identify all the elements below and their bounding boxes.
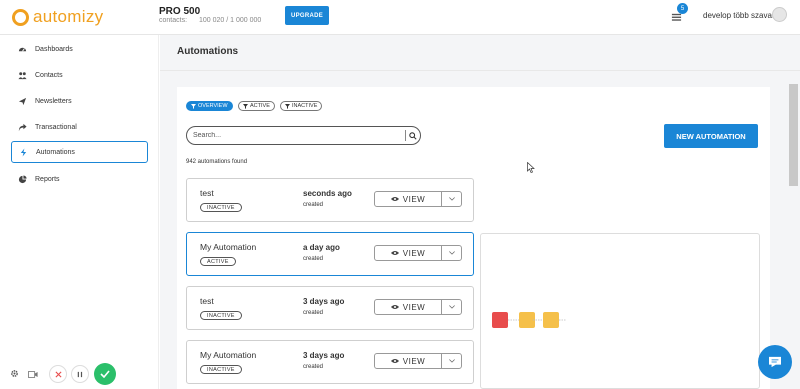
filter-icon xyxy=(191,103,196,109)
chat-icon xyxy=(769,356,781,368)
workflow-trigger-node[interactable] xyxy=(492,312,508,328)
automation-name: My Automation xyxy=(200,242,257,252)
status-badge: INACTIVE xyxy=(200,311,242,320)
sidebar-item-label: Contacts xyxy=(35,71,63,79)
automizy-logo-icon[interactable] xyxy=(12,9,29,26)
pie-chart-icon xyxy=(17,174,28,185)
automation-card[interactable]: test INACTIVE seconds ago created VIEW xyxy=(186,178,474,222)
sidebar-item-label: Dashboards xyxy=(35,45,73,53)
sidebar-item-label: Transactional xyxy=(35,123,77,131)
workflow-connector xyxy=(508,319,566,321)
filter-label: INACTIVE xyxy=(292,103,318,109)
sidebar xyxy=(0,35,159,389)
notification-badge: 5 xyxy=(677,3,688,14)
chat-button[interactable] xyxy=(758,345,792,379)
sidebar-item-label: Newsletters xyxy=(35,97,72,105)
camera-icon[interactable] xyxy=(24,365,42,383)
user-name[interactable]: develop több szavas xyxy=(703,11,776,20)
view-button-group: VIEW xyxy=(374,353,462,369)
sidebar-item-label: Reports xyxy=(35,175,60,183)
view-button[interactable]: VIEW xyxy=(375,303,441,312)
chevron-down-icon[interactable] xyxy=(442,197,461,201)
view-label: VIEW xyxy=(402,248,426,258)
status-badge: INACTIVE xyxy=(200,365,242,374)
view-button[interactable]: VIEW xyxy=(375,195,441,204)
sidebar-item-newsletters[interactable]: Newsletters xyxy=(11,90,148,112)
pause-icon[interactable] xyxy=(71,365,89,383)
filter-inactive[interactable]: INACTIVE xyxy=(280,101,323,111)
contacts-label: contacts: xyxy=(159,17,188,24)
eye-icon xyxy=(390,197,399,201)
sidebar-item-label: Automations xyxy=(36,148,75,156)
view-button[interactable]: VIEW xyxy=(375,249,441,258)
sidebar-item-transactional[interactable]: Transactional xyxy=(11,116,148,138)
confirm-icon[interactable] xyxy=(94,363,116,385)
view-button-group: VIEW xyxy=(374,245,462,261)
search-box xyxy=(186,126,421,145)
view-label: VIEW xyxy=(402,194,426,204)
created-time: 3 days ago xyxy=(303,297,345,306)
status-badge: INACTIVE xyxy=(200,203,242,212)
view-label: VIEW xyxy=(402,356,426,366)
automation-card[interactable]: My Automation INACTIVE 3 days ago create… xyxy=(186,340,474,384)
chevron-down-icon[interactable] xyxy=(442,359,461,363)
created-time: a day ago xyxy=(303,243,340,252)
search-icon[interactable] xyxy=(406,131,420,140)
automation-name: test xyxy=(200,188,214,198)
users-icon xyxy=(17,70,28,81)
view-button-group: VIEW xyxy=(374,299,462,315)
page-header xyxy=(160,35,800,71)
eye-icon xyxy=(390,359,399,363)
dashboard-icon xyxy=(17,44,28,55)
automation-name: test xyxy=(200,296,214,306)
eye-icon xyxy=(390,305,399,309)
view-button[interactable]: VIEW xyxy=(375,357,441,366)
filter-overview[interactable]: OVERVIEW xyxy=(186,101,233,111)
paper-plane-icon xyxy=(17,96,28,107)
sidebar-item-automations[interactable]: Automations xyxy=(11,141,148,163)
created-label: created xyxy=(303,256,324,262)
created-time: seconds ago xyxy=(303,189,352,198)
avatar[interactable] xyxy=(772,7,787,22)
brand-name[interactable]: automizy xyxy=(33,7,103,27)
created-label: created xyxy=(303,202,324,208)
sidebar-item-contacts[interactable]: Contacts xyxy=(11,64,148,86)
created-label: created xyxy=(303,310,324,316)
mouse-cursor-icon xyxy=(527,162,535,173)
contacts-count: 100 020 / 1 000 000 xyxy=(199,17,262,24)
plan-name: PRO 500 xyxy=(159,6,201,17)
automation-name: My Automation xyxy=(200,350,257,360)
filter-active[interactable]: ACTIVE xyxy=(238,101,275,111)
search-input[interactable] xyxy=(193,132,406,139)
view-button-group: VIEW xyxy=(374,191,462,207)
results-count: 942 automations found xyxy=(186,159,248,165)
automation-preview xyxy=(480,233,760,389)
created-time: 3 days ago xyxy=(303,351,345,360)
view-label: VIEW xyxy=(402,302,426,312)
automation-card[interactable]: test INACTIVE 3 days ago created VIEW xyxy=(186,286,474,330)
sidebar-item-dashboards[interactable]: Dashboards xyxy=(11,38,148,60)
automation-card[interactable]: My Automation ACTIVE a day ago created V… xyxy=(186,232,474,276)
status-badge: ACTIVE xyxy=(200,257,236,266)
eye-icon xyxy=(390,251,399,255)
created-label: created xyxy=(303,364,324,370)
new-automation-button[interactable]: NEW AUTOMATION xyxy=(664,124,758,148)
filter-icon xyxy=(243,103,248,109)
sidebar-item-reports[interactable]: Reports xyxy=(11,168,148,190)
filter-icon xyxy=(285,103,290,109)
filter-label: OVERVIEW xyxy=(198,103,228,109)
bolt-icon xyxy=(18,147,29,158)
upgrade-button[interactable]: UPGRADE xyxy=(285,6,329,25)
chevron-down-icon[interactable] xyxy=(442,251,461,255)
filter-label: ACTIVE xyxy=(250,103,270,109)
chevron-down-icon[interactable] xyxy=(442,305,461,309)
settings-icon[interactable] xyxy=(2,364,26,382)
share-arrow-icon xyxy=(17,122,28,133)
page-scrollbar[interactable] xyxy=(789,84,798,186)
page-title: Automations xyxy=(177,46,239,57)
close-icon[interactable] xyxy=(49,365,67,383)
